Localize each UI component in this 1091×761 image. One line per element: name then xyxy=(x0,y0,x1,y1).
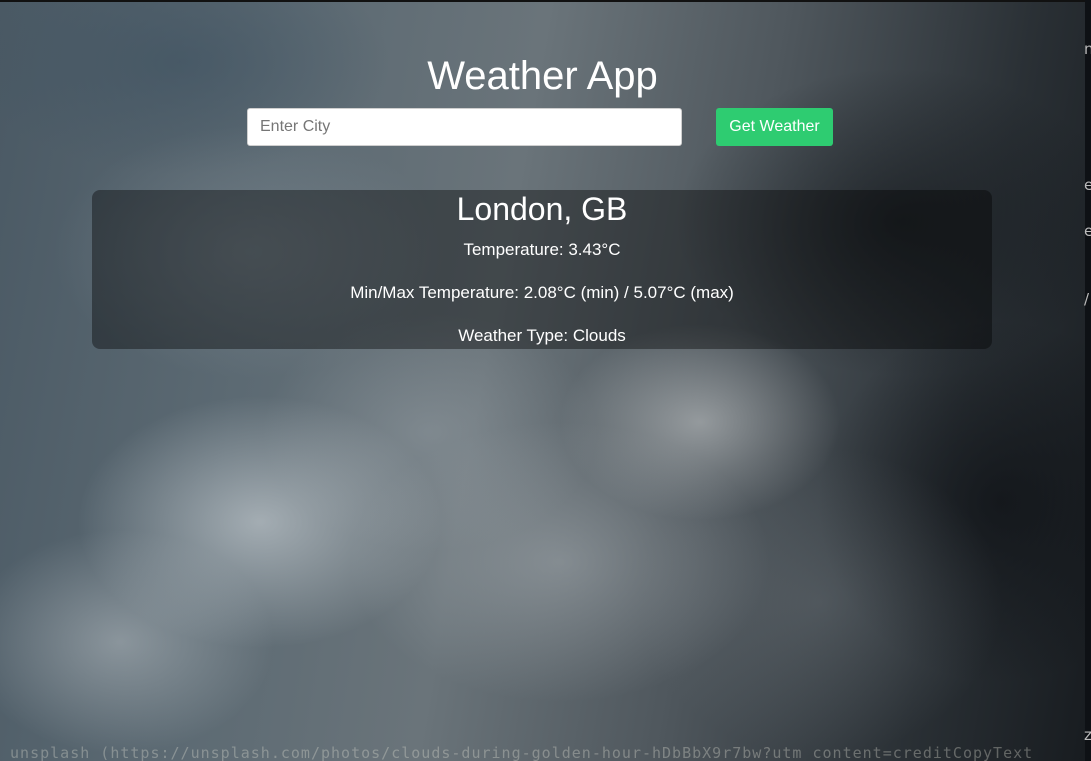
temperature-text: Temperature: 3.43°C xyxy=(463,240,621,259)
clipped-edge-text: n e e / z xyxy=(1084,40,1091,744)
weather-type-text: Weather Type: Clouds xyxy=(458,326,626,345)
location-heading: London, GB xyxy=(456,191,628,227)
page-title: Weather App xyxy=(427,54,658,98)
window-top-border xyxy=(0,0,1091,2)
city-input[interactable] xyxy=(247,108,682,146)
background-overlay-text: _unsplash_(https://unsplash.com/photos/c… xyxy=(0,744,1034,761)
get-weather-button[interactable]: Get Weather xyxy=(716,108,833,146)
min-max-temperature-text: Min/Max Temperature: 2.08°C (min) / 5.07… xyxy=(350,283,734,302)
weather-card: London, GB Temperature: 3.43°C Min/Max T… xyxy=(92,190,992,349)
